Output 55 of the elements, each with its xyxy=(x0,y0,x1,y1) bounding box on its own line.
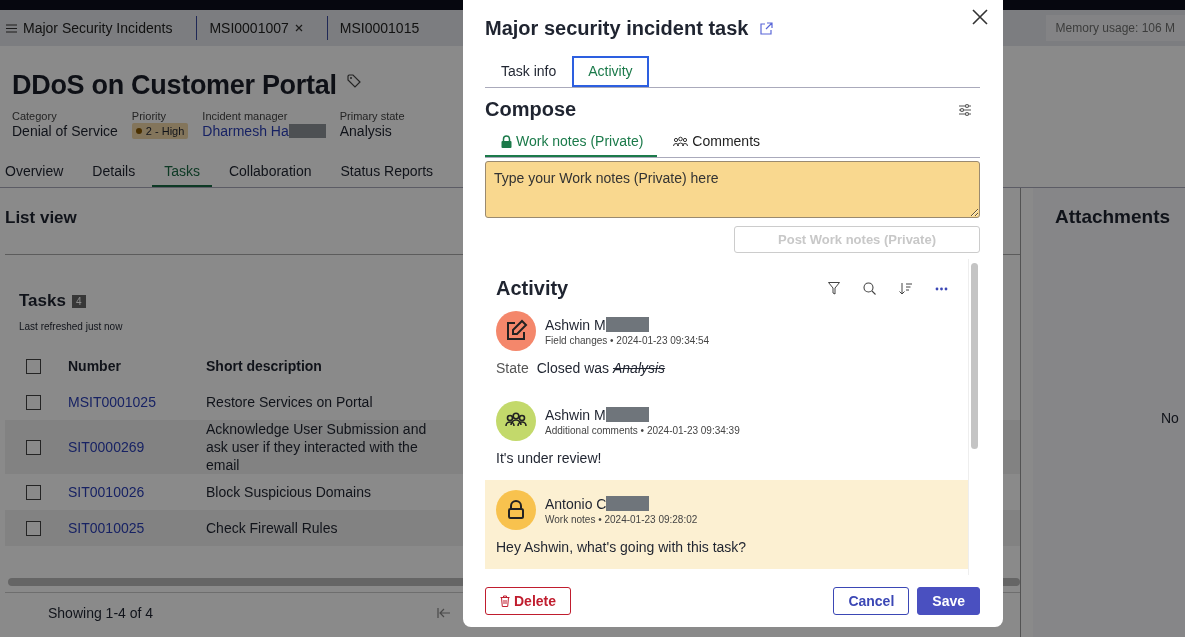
comment-text: It's under review! xyxy=(496,450,602,466)
field-label: Incident manager xyxy=(202,110,289,122)
column-header[interactable]: Number xyxy=(68,358,206,374)
priority-badge: 2 - High xyxy=(131,123,189,139)
page-tab[interactable]: Status Reports xyxy=(340,159,434,187)
save-button[interactable]: Save xyxy=(917,587,980,615)
table-cell-text: Acknowledge User Submission and ask user if they interacted with the email xyxy=(206,420,428,474)
entry-meta: Work notes • 2024-01-23 09:28:02 xyxy=(545,513,698,525)
work-notes-field[interactable]: Type your Work notes (Private) here xyxy=(485,161,980,218)
author-name: Ashwin M xyxy=(545,406,606,423)
field-change: Closed was Analysis xyxy=(536,360,666,376)
entry-meta: Additional comments • 2024-01-23 09:34:39 xyxy=(545,424,740,436)
field-value: Denial of Service xyxy=(12,123,118,139)
empty-message: No xyxy=(1161,410,1179,426)
table-cell-text: Block Suspicious Domains xyxy=(206,483,372,501)
task-number-link[interactable]: MSIT0001025 xyxy=(68,394,206,410)
field-name: State xyxy=(496,360,529,376)
dialog-title: Major security incident task xyxy=(485,16,749,40)
task-number-link[interactable]: SIT0000269 xyxy=(68,439,206,455)
compose-tab[interactable]: Comments xyxy=(657,129,775,157)
attachments-title: Attachments xyxy=(1055,205,1172,228)
record-tab[interactable]: MSI0001007 xyxy=(209,20,317,36)
field-label: Primary state xyxy=(339,110,405,122)
page-tab[interactable]: Details xyxy=(92,159,136,187)
table-cell-text: Check Firewall Rules xyxy=(206,519,339,537)
task-number-link[interactable]: SIT0010026 xyxy=(68,484,206,500)
delete-button[interactable]: Delete xyxy=(485,587,572,615)
dialog-tab[interactable]: Task info xyxy=(485,56,573,87)
cancel-button[interactable]: Cancel xyxy=(833,587,910,615)
field-value: Analysis xyxy=(339,123,392,139)
record-tab[interactable]: Major Security Incidents xyxy=(6,20,187,36)
page-tab[interactable]: Tasks xyxy=(152,159,212,187)
page-tab[interactable]: Overview xyxy=(5,159,64,187)
memory-usage: Memory usage: 106 M xyxy=(1045,15,1185,41)
compose-tab[interactable]: Work notes (Private) xyxy=(485,129,658,157)
field-label: Priority xyxy=(131,110,168,122)
field-label: Category xyxy=(12,110,58,122)
record-tab[interactable]: MSI0001015 xyxy=(339,20,434,36)
tasks-title: Tasks xyxy=(19,291,66,311)
refresh-status: Last refreshed just now xyxy=(19,321,123,332)
dialog-tab[interactable]: Activity xyxy=(572,56,649,87)
record-title: DDoS on Customer Portal xyxy=(12,69,337,102)
pagination-status: Showing 1-4 of 4 xyxy=(48,605,154,621)
column-header[interactable]: Short description xyxy=(206,357,431,375)
table-cell-text: Restore Services on Portal xyxy=(206,393,374,411)
entry-meta: Field changes • 2024-01-23 09:34:54 xyxy=(545,334,710,346)
author-name: Antonio C xyxy=(545,495,607,512)
manager-link[interactable]: Dharmesh Ha xyxy=(202,123,289,139)
count-badge: 4 xyxy=(71,294,86,308)
author-name: Ashwin M xyxy=(545,316,606,333)
comment-text: Hey Ashwin, what's going with this task? xyxy=(496,539,747,555)
activity-title: Activity xyxy=(496,277,569,300)
task-number-link[interactable]: SIT0010025 xyxy=(68,520,206,536)
compose-title: Compose xyxy=(485,98,577,121)
page-tab[interactable]: Collaboration xyxy=(228,159,312,187)
